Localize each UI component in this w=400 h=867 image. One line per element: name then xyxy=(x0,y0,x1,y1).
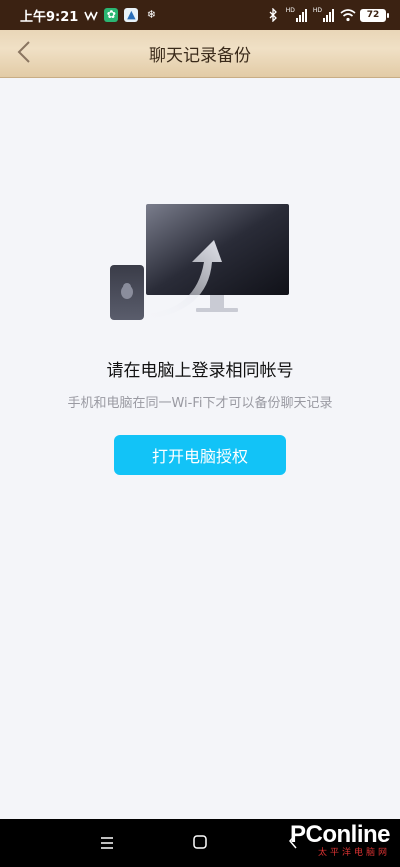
chevron-left-icon xyxy=(17,40,31,68)
battery-icon: 72 xyxy=(360,8,389,22)
phone-icon xyxy=(110,265,144,320)
subtext: 手机和电脑在同一Wi-Fi下才可以备份聊天记录 xyxy=(67,396,333,411)
menu-icon xyxy=(100,834,114,853)
status-time: 上午9:21 xyxy=(20,9,79,25)
home-icon xyxy=(193,834,207,853)
signal-icon-2: HD xyxy=(313,8,334,22)
status-left-icons: ✿ ▲ ❄ xyxy=(84,8,158,22)
watermark: PConline 太平洋电脑网 xyxy=(289,821,391,859)
menu-button[interactable] xyxy=(87,823,127,863)
wifi-icon xyxy=(340,8,356,22)
watermark-brand: PConline xyxy=(289,821,391,848)
nav-bar: 聊天记录备份 xyxy=(0,30,400,78)
status-bar: 上午9:21 ✿ ▲ ❄ HD HD 72 xyxy=(0,0,400,30)
signal-label-2: HD xyxy=(312,7,322,14)
signal-label-1: HD xyxy=(285,7,295,14)
page-title: 聊天记录备份 xyxy=(149,46,251,66)
main-content: 请在电脑上登录相同帐号 手机和电脑在同一Wi-Fi下才可以备份聊天记录 打开电脑… xyxy=(0,78,400,819)
back-button[interactable] xyxy=(12,40,36,68)
bluetooth-icon xyxy=(266,7,280,23)
snowflake-icon: ❄ xyxy=(146,8,156,21)
vpn-icon xyxy=(84,8,99,22)
status-right-icons: HD HD 72 xyxy=(266,7,389,23)
app-notification-icon-2: ▲ xyxy=(124,8,139,22)
home-button[interactable] xyxy=(180,823,220,863)
authorize-pc-button[interactable]: 打开电脑授权 xyxy=(114,435,286,475)
app-notification-icon: ✿ xyxy=(104,8,119,22)
headline: 请在电脑上登录相同帐号 xyxy=(106,361,294,381)
pc-phone-sync-illustration xyxy=(108,202,292,322)
signal-icon-1: HD xyxy=(286,8,307,22)
watermark-sub: 太平洋电脑网 xyxy=(317,848,390,858)
